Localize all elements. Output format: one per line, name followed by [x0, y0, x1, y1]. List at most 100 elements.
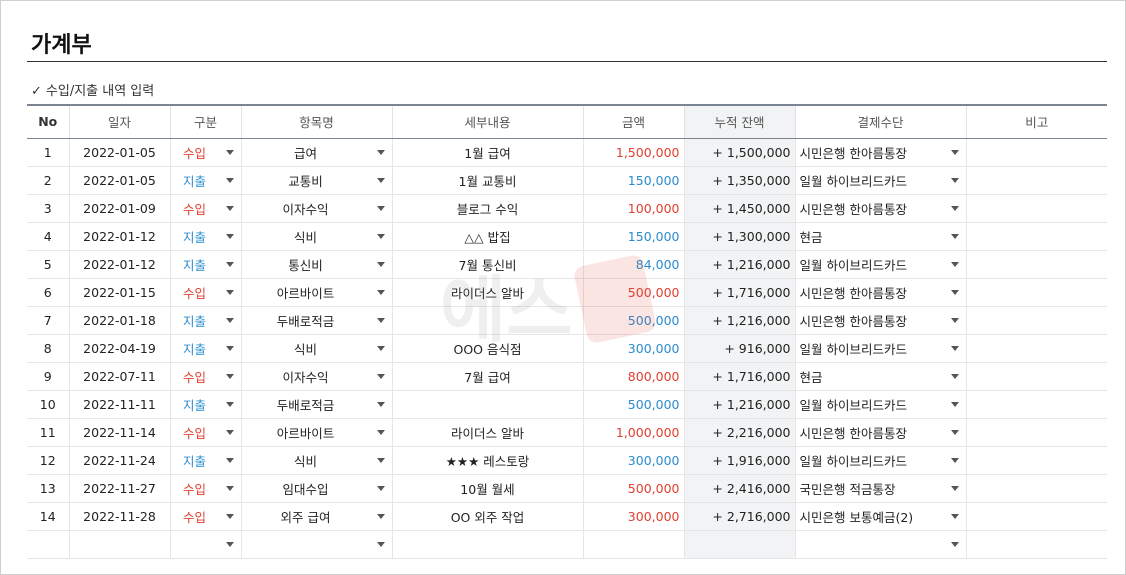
cell-detail[interactable]: OOO 음식점: [391, 334, 583, 363]
cell-category-dropdown[interactable]: [240, 530, 392, 559]
cell-detail[interactable]: 7월 통신비: [391, 250, 583, 279]
cell-category-dropdown[interactable]: 식비: [240, 334, 392, 363]
cell-note[interactable]: [965, 138, 1107, 167]
chevron-down-icon[interactable]: [950, 513, 959, 519]
cell-note[interactable]: [965, 222, 1107, 251]
cell-amount[interactable]: 300,000: [582, 334, 684, 363]
cell-date[interactable]: 2022-11-27: [68, 474, 170, 503]
cell-type-dropdown[interactable]: 지출: [169, 334, 241, 363]
chevron-down-icon[interactable]: [376, 457, 385, 463]
chevron-down-icon[interactable]: [376, 317, 385, 323]
chevron-down-icon[interactable]: [950, 401, 959, 407]
cell-date[interactable]: 2022-01-05: [68, 138, 170, 167]
cell-date[interactable]: 2022-01-15: [68, 278, 170, 307]
cell-type-dropdown[interactable]: 지출: [169, 250, 241, 279]
chevron-down-icon[interactable]: [950, 317, 959, 323]
chevron-down-icon[interactable]: [225, 485, 234, 491]
cell-type-dropdown[interactable]: 수입: [169, 278, 241, 307]
cell-note[interactable]: [965, 334, 1107, 363]
cell-detail[interactable]: [391, 306, 583, 335]
cell-payment-dropdown[interactable]: 시민은행 한아름통장: [794, 138, 966, 167]
cell-date[interactable]: 2022-01-12: [68, 222, 170, 251]
chevron-down-icon[interactable]: [950, 149, 959, 155]
cell-note[interactable]: [965, 250, 1107, 279]
chevron-down-icon[interactable]: [225, 177, 234, 183]
cell-date[interactable]: 2022-11-11: [68, 390, 170, 419]
cell-date[interactable]: 2022-01-12: [68, 250, 170, 279]
cell-category-dropdown[interactable]: 두배로적금: [240, 306, 392, 335]
cell-detail[interactable]: OO 외주 작업: [391, 502, 583, 531]
cell-date[interactable]: 2022-11-14: [68, 418, 170, 447]
cell-detail[interactable]: [391, 390, 583, 419]
cell-category-dropdown[interactable]: 외주 급여: [240, 502, 392, 531]
cell-payment-dropdown[interactable]: 시민은행 보통예금(2): [794, 502, 966, 531]
cell-no[interactable]: 1: [27, 138, 69, 167]
cell-category-dropdown[interactable]: 아르바이트: [240, 278, 392, 307]
cell-amount[interactable]: 500,000: [582, 474, 684, 503]
cell-no[interactable]: 2: [27, 166, 69, 195]
cell-payment-dropdown[interactable]: 일월 하이브리드카드: [794, 446, 966, 475]
cell-amount[interactable]: 150,000: [582, 166, 684, 195]
chevron-down-icon[interactable]: [225, 457, 234, 463]
cell-amount[interactable]: 500,000: [582, 278, 684, 307]
cell-amount[interactable]: 300,000: [582, 502, 684, 531]
chevron-down-icon[interactable]: [376, 485, 385, 491]
cell-date[interactable]: 2022-01-09: [68, 194, 170, 223]
cell-date[interactable]: 2022-04-19: [68, 334, 170, 363]
chevron-down-icon[interactable]: [950, 429, 959, 435]
cell-category-dropdown[interactable]: 교통비: [240, 166, 392, 195]
chevron-down-icon[interactable]: [376, 373, 385, 379]
cell-payment-dropdown[interactable]: 현금: [794, 222, 966, 251]
chevron-down-icon[interactable]: [950, 485, 959, 491]
cell-amount[interactable]: 150,000: [582, 222, 684, 251]
cell-note[interactable]: [965, 502, 1107, 531]
cell-date[interactable]: [68, 530, 170, 559]
cell-no[interactable]: 6: [27, 278, 69, 307]
chevron-down-icon[interactable]: [225, 205, 234, 211]
cell-detail[interactable]: 라이더스 알바: [391, 418, 583, 447]
cell-detail[interactable]: 블로그 수익: [391, 194, 583, 223]
cell-category-dropdown[interactable]: 식비: [240, 446, 392, 475]
cell-category-dropdown[interactable]: 이자수익: [240, 362, 392, 391]
cell-type-dropdown[interactable]: 지출: [169, 222, 241, 251]
chevron-down-icon[interactable]: [225, 261, 234, 267]
cell-type-dropdown[interactable]: [169, 530, 241, 559]
cell-no[interactable]: 8: [27, 334, 69, 363]
cell-no[interactable]: 11: [27, 418, 69, 447]
chevron-down-icon[interactable]: [950, 233, 959, 239]
cell-type-dropdown[interactable]: 지출: [169, 446, 241, 475]
cell-payment-dropdown[interactable]: 일월 하이브리드카드: [794, 334, 966, 363]
cell-payment-dropdown[interactable]: 일월 하이브리드카드: [794, 250, 966, 279]
cell-type-dropdown[interactable]: 지출: [169, 390, 241, 419]
cell-payment-dropdown[interactable]: 시민은행 한아름통장: [794, 278, 966, 307]
cell-detail[interactable]: 7월 급여: [391, 362, 583, 391]
cell-category-dropdown[interactable]: 식비: [240, 222, 392, 251]
cell-payment-dropdown[interactable]: [794, 530, 966, 559]
cell-note[interactable]: [965, 194, 1107, 223]
cell-note[interactable]: [965, 306, 1107, 335]
cell-category-dropdown[interactable]: 두배로적금: [240, 390, 392, 419]
cell-amount[interactable]: 100,000: [582, 194, 684, 223]
cell-amount[interactable]: [582, 530, 684, 559]
cell-amount[interactable]: 500,000: [582, 306, 684, 335]
chevron-down-icon[interactable]: [225, 513, 234, 519]
cell-amount[interactable]: 800,000: [582, 362, 684, 391]
cell-note[interactable]: [965, 418, 1107, 447]
chevron-down-icon[interactable]: [950, 205, 959, 211]
chevron-down-icon[interactable]: [225, 401, 234, 407]
cell-no[interactable]: 9: [27, 362, 69, 391]
cell-note[interactable]: [965, 362, 1107, 391]
chevron-down-icon[interactable]: [950, 289, 959, 295]
cell-note[interactable]: [965, 278, 1107, 307]
cell-type-dropdown[interactable]: 수입: [169, 362, 241, 391]
chevron-down-icon[interactable]: [376, 149, 385, 155]
cell-type-dropdown[interactable]: 수입: [169, 502, 241, 531]
chevron-down-icon[interactable]: [376, 513, 385, 519]
chevron-down-icon[interactable]: [225, 541, 234, 547]
cell-no[interactable]: 10: [27, 390, 69, 419]
cell-note[interactable]: [965, 446, 1107, 475]
chevron-down-icon[interactable]: [950, 457, 959, 463]
cell-no[interactable]: 3: [27, 194, 69, 223]
cell-detail[interactable]: ★★★ 레스토랑: [391, 446, 583, 475]
cell-type-dropdown[interactable]: 지출: [169, 306, 241, 335]
